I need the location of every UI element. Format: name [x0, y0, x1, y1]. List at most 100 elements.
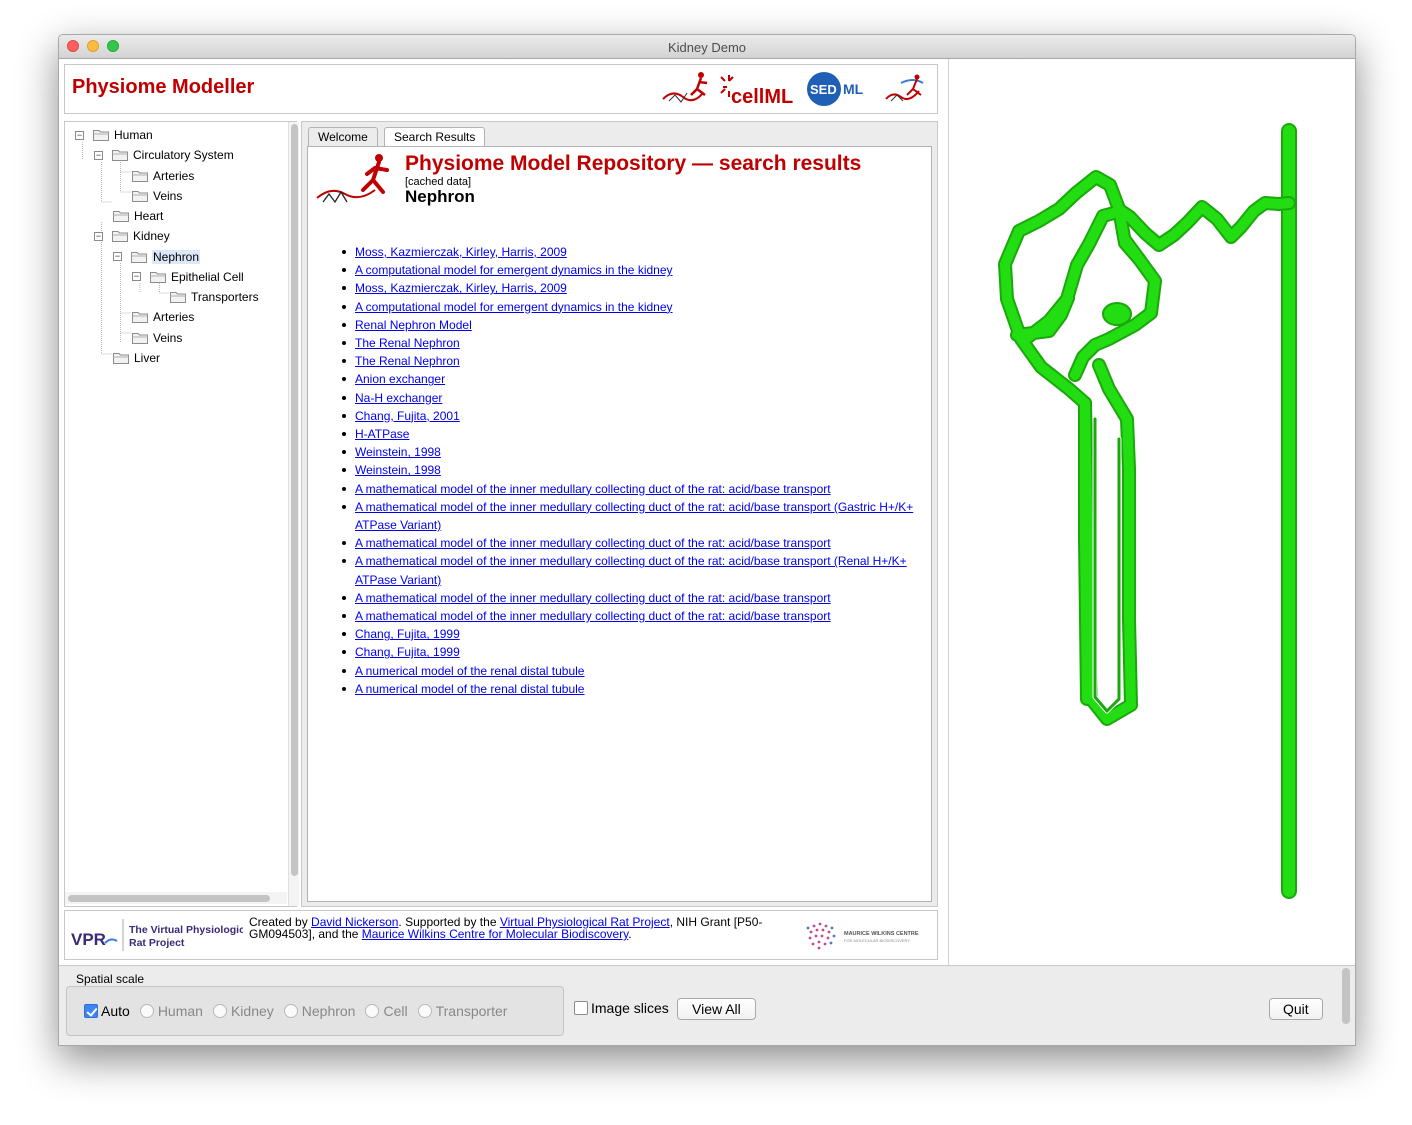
tree-item-label: Transporters [191, 290, 259, 304]
result-item: Chang, Fujita, 2001 [338, 407, 928, 425]
result-link[interactable]: The Renal Nephron [355, 354, 460, 368]
credits-end: . [628, 927, 632, 941]
scale-radio-cell[interactable]: Cell [365, 1003, 408, 1019]
pmr-logo-icon [316, 154, 389, 204]
result-link[interactable]: A numerical model of the renal distal tu… [355, 682, 584, 696]
scale-radio-label: Kidney [230, 1003, 274, 1019]
mwc-logo-icon: MAURICE WILKINS CENTRE FOR MOLECULAR BIO… [806, 922, 919, 950]
result-link[interactable]: Na-H exchanger [355, 391, 442, 405]
radio-circle-icon[interactable] [212, 1004, 227, 1018]
result-link[interactable]: A mathematical model of the inner medull… [355, 536, 831, 550]
tree-horizontal-scrollbar[interactable] [65, 892, 287, 904]
collapse-toggle-icon[interactable]: − [75, 130, 84, 140]
tab-search-results[interactable]: Search Results [384, 127, 486, 146]
collapse-toggle-icon[interactable]: − [94, 150, 103, 160]
auto-checkbox-box[interactable] [84, 1004, 98, 1018]
result-item: A computational model for emergent dynam… [338, 298, 928, 316]
image-slices-checkbox-box[interactable] [574, 1001, 588, 1015]
title-bar: Kidney Demo [59, 35, 1355, 59]
result-link[interactable]: Renal Nephron Model [355, 318, 472, 332]
result-item: Chang, Fujita, 1999 [338, 625, 928, 643]
tree-item[interactable]: − Circulatory System [94, 146, 234, 164]
result-item: Anion exchanger [338, 370, 928, 388]
folder-icon [170, 291, 186, 303]
result-link[interactable]: Chang, Fujita, 1999 [355, 627, 460, 641]
folder-icon [132, 190, 148, 202]
result-link[interactable]: H-ATPase [355, 427, 409, 441]
radio-circle-icon[interactable] [417, 1004, 432, 1018]
result-link[interactable]: A mathematical model of the inner medull… [355, 609, 831, 623]
scale-radio-nephron[interactable]: Nephron [283, 1003, 355, 1019]
tree-item[interactable]: − Nephron [113, 248, 201, 266]
result-link[interactable]: A mathematical model of the inner medull… [355, 554, 907, 586]
result-link[interactable]: Moss, Kazmierczak, Kirley, Harris, 2009 [355, 281, 567, 295]
quit-button[interactable]: Quit [1269, 998, 1323, 1020]
mwc-link[interactable]: Maurice Wilkins Centre for Molecular Bio… [362, 927, 629, 941]
mwc-logo-line2: FOR MOLECULAR BIODISCOVERY [844, 938, 910, 943]
tree-item[interactable]: − Human [75, 126, 153, 144]
tree-item-label: Liver [134, 350, 161, 365]
result-link[interactable]: Weinstein, 1998 [355, 445, 441, 459]
result-item: Weinstein, 1998 [338, 461, 928, 479]
result-link[interactable]: Anion exchanger [355, 372, 445, 386]
radio-circle-icon[interactable] [139, 1004, 154, 1018]
collapse-toggle-icon[interactable]: − [94, 231, 103, 241]
scale-radio-transporter[interactable]: Transporter [417, 1003, 508, 1019]
image-slices-checkbox[interactable]: Image slices [574, 1000, 669, 1016]
folder-icon [93, 129, 109, 141]
result-link[interactable]: The Renal Nephron [355, 336, 460, 350]
tree-item[interactable]: Veins [132, 187, 182, 205]
result-item: A mathematical model of the inner medull… [338, 589, 928, 607]
view-all-button[interactable]: View All [677, 998, 756, 1020]
folder-icon [132, 170, 148, 182]
results-panel: Welcome Search Results Physiome Model Re… [301, 121, 938, 907]
result-link[interactable]: A computational model for emergent dynam… [355, 263, 673, 277]
tab-welcome[interactable]: Welcome [308, 127, 378, 146]
result-link[interactable]: Chang, Fujita, 2001 [355, 409, 460, 423]
tree-item[interactable]: − Epithelial Cell [132, 268, 244, 286]
nephron-3d-view[interactable] [948, 59, 1355, 965]
tree-horizontal-scroll-thumb[interactable] [68, 895, 270, 902]
app-header: Physiome Modeller cellML SED ML [64, 64, 938, 114]
result-item: A mathematical model of the inner medull… [338, 480, 928, 498]
result-item: Renal Nephron Model [338, 316, 928, 334]
result-link[interactable]: A numerical model of the renal distal tu… [355, 664, 584, 678]
search-results-page: Physiome Model Repository — search resul… [307, 146, 932, 902]
vpr-name-line2: Rat Project [129, 937, 185, 949]
scale-radio-label: Transporter [435, 1003, 508, 1019]
tree-item[interactable]: Arteries [132, 167, 194, 185]
tree-vertical-scrollbar[interactable] [288, 122, 299, 906]
tree-item[interactable]: Arteries [132, 308, 194, 326]
tree-item[interactable]: Veins [132, 329, 182, 347]
app-title: Physiome Modeller [72, 76, 255, 98]
result-link[interactable]: Weinstein, 1998 [355, 463, 441, 477]
radio-circle-icon[interactable] [365, 1004, 380, 1018]
spatial-scale-label: Spatial scale [76, 972, 145, 986]
window-scrollbar-thumb[interactable] [1342, 968, 1350, 1024]
tree-vertical-scroll-thumb[interactable] [291, 124, 298, 876]
anatomy-tree[interactable]: − Human − Circulatory System Arteries Veins He… [64, 121, 299, 907]
result-link[interactable]: Chang, Fujita, 1999 [355, 645, 460, 659]
radio-circle-icon[interactable] [283, 1004, 298, 1018]
scale-radio-human[interactable]: Human [139, 1003, 203, 1019]
tree-item-label: Kidney [133, 229, 170, 244]
tree-item-label: Human [114, 128, 153, 142]
collapse-toggle-icon[interactable]: − [132, 272, 141, 282]
result-link[interactable]: Moss, Kazmierczak, Kirley, Harris, 2009 [355, 245, 567, 259]
result-item: A numerical model of the renal distal tu… [338, 662, 928, 680]
tree-item[interactable]: Heart [113, 207, 163, 225]
results-subtitle: Nephron [405, 187, 475, 206]
auto-checkbox[interactable]: Auto [84, 1003, 130, 1019]
tree-item[interactable]: Transporters [170, 288, 259, 306]
tree-item[interactable]: − Kidney [94, 227, 170, 245]
tree-item[interactable]: Liver [113, 349, 160, 367]
result-link[interactable]: A mathematical model of the inner medull… [355, 482, 831, 496]
folder-icon [113, 210, 129, 222]
result-link[interactable]: A mathematical model of the inner medull… [355, 591, 831, 605]
result-link[interactable]: A computational model for emergent dynam… [355, 300, 673, 314]
tree-item-label: Arteries [153, 310, 195, 325]
scale-radio-kidney[interactable]: Kidney [212, 1003, 274, 1019]
result-link[interactable]: A mathematical model of the inner medull… [355, 500, 913, 532]
collapse-toggle-icon[interactable]: − [113, 252, 122, 261]
result-item: Moss, Kazmierczak, Kirley, Harris, 2009 [338, 279, 928, 297]
